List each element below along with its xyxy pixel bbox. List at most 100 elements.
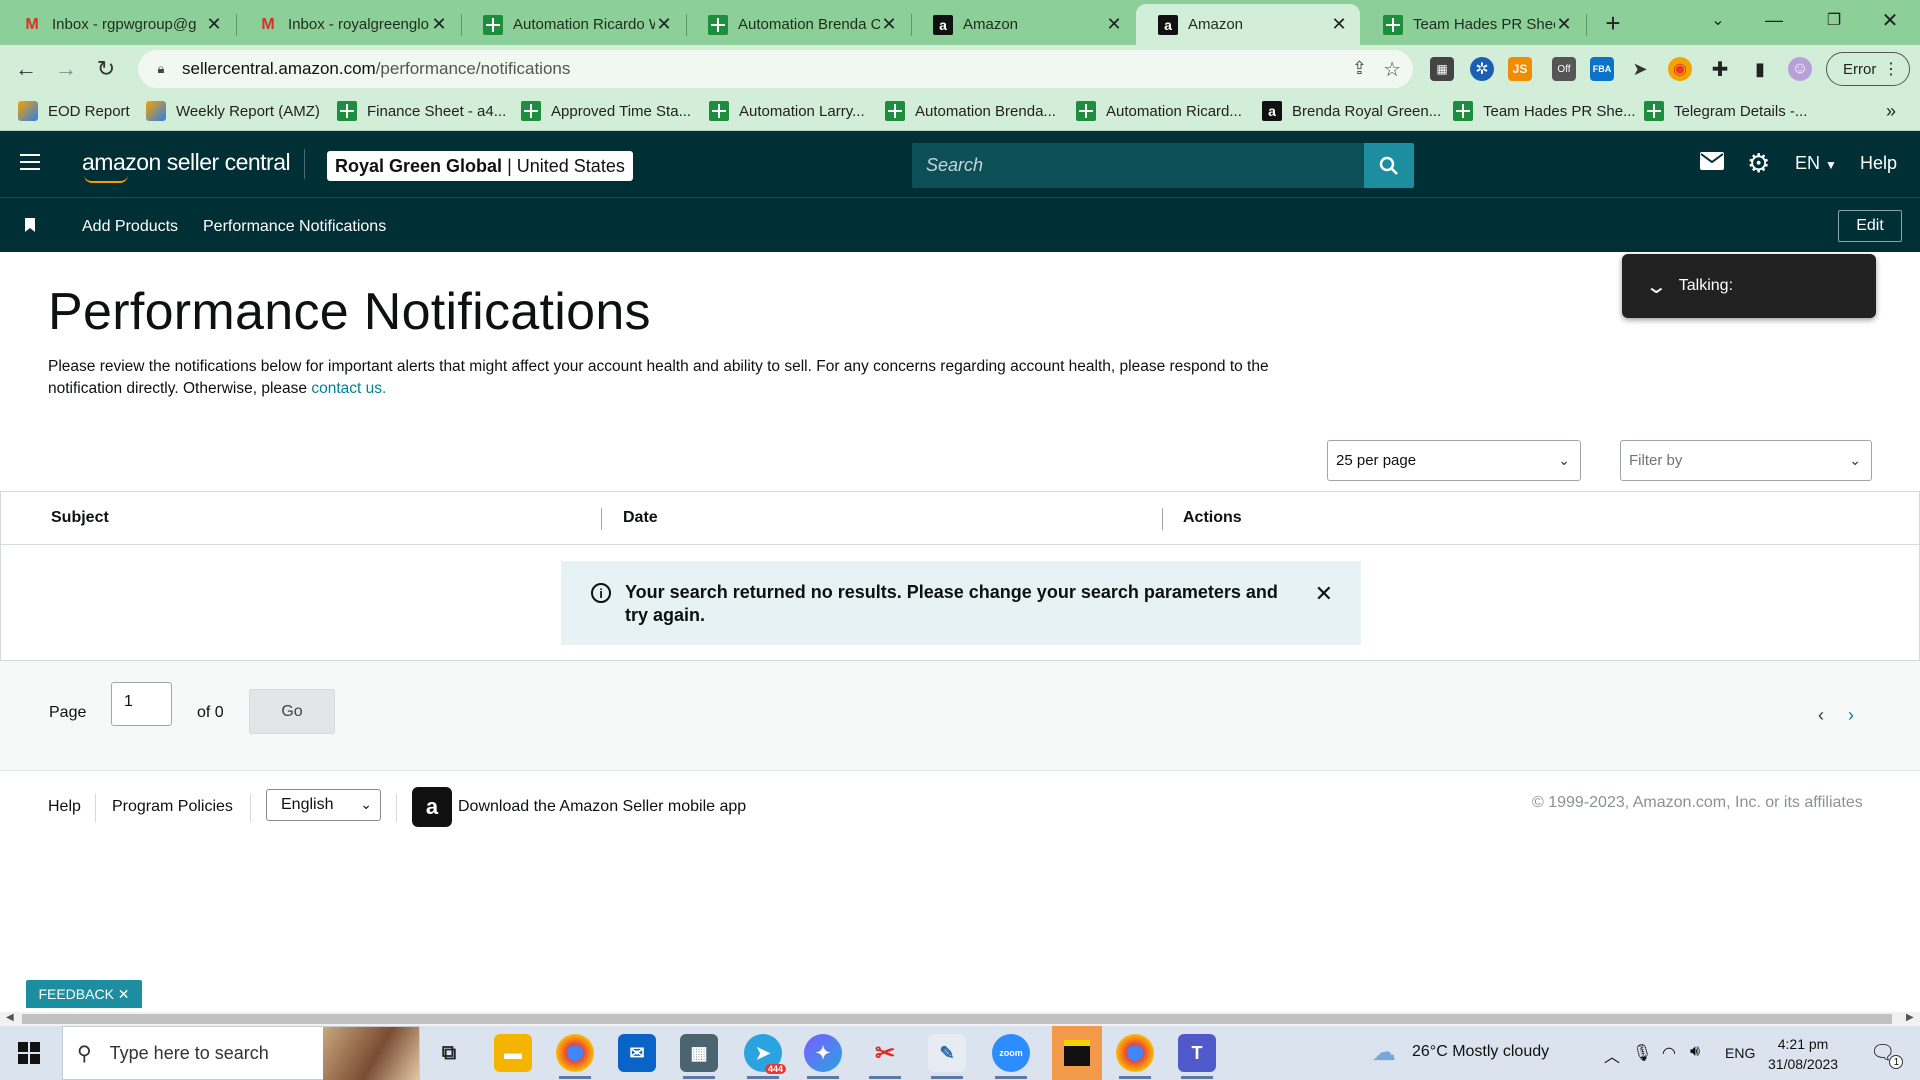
page-number-input[interactable]: 1 <box>111 682 172 726</box>
reload-icon[interactable]: ↻ <box>92 55 120 83</box>
per-page-select[interactable]: 25 per page ⌄ <box>1327 440 1581 481</box>
close-tab-icon[interactable]: ✕ <box>205 14 223 35</box>
bookmark-eod-report[interactable]: EOD Report <box>18 101 130 121</box>
taskbar-search-input[interactable]: ⚲ Type here to search <box>62 1026 420 1080</box>
edit-button[interactable]: Edit <box>1838 210 1902 242</box>
copilot-icon[interactable]: ✦ <box>804 1034 842 1079</box>
mail-app-icon[interactable]: ✉ <box>618 1034 656 1072</box>
tab-amazon-active[interactable]: a Amazon ✕ <box>1136 4 1360 45</box>
bookmark-automation-ricardo[interactable]: Automation Ricard... <box>1076 101 1242 121</box>
chrome-profile-icon[interactable] <box>1116 1034 1154 1079</box>
cursor-extension-icon[interactable]: ➤ <box>1628 57 1652 81</box>
language-switcher[interactable]: EN ▼ <box>1795 153 1837 174</box>
close-tab-icon[interactable]: ✕ <box>880 14 898 35</box>
scrollbar-thumb[interactable] <box>22 1014 1892 1024</box>
calculator-icon[interactable]: ▦ <box>680 1034 718 1079</box>
minimize-icon[interactable]: — <box>1760 8 1788 32</box>
scroll-left-icon[interactable]: ◀ <box>6 1012 14 1023</box>
feedback-button[interactable]: FEEDBACK ✕ <box>26 980 142 1008</box>
close-tab-icon[interactable]: ✕ <box>1555 14 1573 35</box>
tray-chevron-up-icon[interactable]: ︿ <box>1604 1043 1620 1067</box>
go-button[interactable]: Go <box>249 689 335 734</box>
account-switcher[interactable]: Royal Green Global | United States <box>327 151 633 181</box>
zoom-icon[interactable]: zoom <box>992 1034 1030 1079</box>
bookmark-approved-time[interactable]: Approved Time Sta... <box>521 101 691 121</box>
teams-icon[interactable]: T <box>1178 1034 1216 1079</box>
profile-avatar[interactable]: ☺ <box>1788 57 1812 81</box>
help-link[interactable]: Help <box>1860 153 1897 174</box>
subnav-add-products[interactable]: Add Products <box>82 218 178 236</box>
tab-gmail-rgpwgroup[interactable]: M Inbox - rgpwgroup@g ✕ <box>0 4 235 45</box>
close-tab-icon[interactable]: ✕ <box>1105 14 1123 35</box>
tab-search-chevron-icon[interactable]: ⌄ <box>1706 8 1730 32</box>
extensions-puzzle-icon[interactable]: ✚ <box>1708 57 1732 81</box>
windows-start-icon[interactable] <box>18 1042 40 1064</box>
chrome-icon[interactable] <box>556 1034 594 1079</box>
address-bar[interactable]: 🔒︎ sellercentral.amazon.com/performance/… <box>138 50 1413 88</box>
close-tab-icon[interactable]: ✕ <box>430 14 448 35</box>
previous-page-icon[interactable]: ‹ <box>1818 705 1824 726</box>
horizontal-scrollbar[interactable]: ◀ ▶ <box>0 1012 1920 1026</box>
contact-us-link[interactable]: contact us. <box>311 380 386 397</box>
file-explorer-icon[interactable]: ▬ <box>494 1034 532 1072</box>
search-button[interactable] <box>1364 143 1414 188</box>
subnav-performance-notifications[interactable]: Performance Notifications <box>203 218 386 236</box>
hamburger-menu-icon[interactable] <box>20 154 40 170</box>
seller-central-logo[interactable]: amazon seller central <box>82 149 291 183</box>
tab-amazon-1[interactable]: a Amazon ✕ <box>911 4 1135 45</box>
back-arrow-icon[interactable]: ← <box>12 55 40 83</box>
close-tab-icon[interactable]: ✕ <box>1330 14 1348 35</box>
restore-icon[interactable]: ❐ <box>1820 8 1848 32</box>
new-tab-icon[interactable]: + <box>1598 8 1628 38</box>
bookmark-automation-brenda[interactable]: Automation Brenda... <box>885 101 1056 121</box>
fba-extension-icon[interactable]: FBA <box>1590 57 1614 81</box>
talking-overlay[interactable]: ⌄ Talking: <box>1622 254 1876 318</box>
gear-icon[interactable]: ⚙ <box>1747 148 1770 179</box>
side-panel-icon[interactable]: ▮ <box>1748 57 1772 81</box>
window-close-icon[interactable]: ✕ <box>1876 6 1904 34</box>
paint-icon[interactable]: ✎ <box>928 1034 966 1079</box>
qr-extension-icon[interactable]: ▦ <box>1430 57 1454 81</box>
off-extension-icon[interactable]: Off <box>1552 57 1576 81</box>
amazon-seller-app-icon[interactable]: a <box>412 787 452 827</box>
chevron-down-icon[interactable]: ⌄ <box>1645 274 1668 299</box>
bookmark-star-icon[interactable]: ☆ <box>1383 57 1401 82</box>
tab-gmail-royalgreen[interactable]: M Inbox - royalgreenglo ✕ <box>236 4 460 45</box>
bookmark-telegram-details[interactable]: Telegram Details -... <box>1644 101 1807 121</box>
footer-program-policies-link[interactable]: Program Policies <box>112 798 233 816</box>
filter-select[interactable]: Filter by ⌄ <box>1620 440 1872 481</box>
search-input[interactable]: Search <box>912 143 1364 188</box>
input-language[interactable]: ENG <box>1725 1045 1755 1061</box>
tab-team-hades[interactable]: Team Hades PR Sheet ✕ <box>1361 4 1585 45</box>
close-tab-icon[interactable]: ✕ <box>655 14 673 35</box>
scroll-right-icon[interactable]: ▶ <box>1906 1012 1914 1023</box>
column-date[interactable]: Date <box>623 509 658 527</box>
snipping-tool-icon[interactable]: ✂ <box>866 1034 904 1079</box>
weather-text[interactable]: 26°C Mostly cloudy <box>1412 1043 1549 1061</box>
bookmark-finance-sheet[interactable]: Finance Sheet - a4... <box>337 101 506 121</box>
volume-icon[interactable]: 🔊︎ <box>1690 1043 1700 1061</box>
notifications-icon[interactable]: 🗨︎ 1 <box>1870 1040 1904 1069</box>
close-icon[interactable]: ✕ <box>1315 581 1333 607</box>
wifi-icon[interactable]: ◠ <box>1662 1043 1676 1063</box>
bookmark-brenda-royal-green[interactable]: a Brenda Royal Green... <box>1262 101 1441 121</box>
bookmark-ribbon-icon[interactable] <box>23 217 37 233</box>
weather-cloud-icon[interactable]: ☁ <box>1372 1038 1396 1067</box>
mail-icon[interactable] <box>1700 152 1724 170</box>
bookmark-team-hades[interactable]: Team Hades PR She... <box>1453 101 1636 121</box>
more-menu-icon[interactable]: ⋮ <box>1883 59 1899 79</box>
next-page-icon[interactable]: › <box>1848 705 1854 726</box>
bookmark-weekly-report[interactable]: Weekly Report (AMZ) <box>146 101 320 121</box>
telegram-icon[interactable]: ➤ 444 <box>744 1034 786 1079</box>
microphone-icon[interactable]: 🎙︎ <box>1632 1043 1652 1063</box>
task-view-icon[interactable]: ⧉ <box>430 1034 468 1072</box>
tab-automation-ricardo[interactable]: Automation Ricardo W ✕ <box>461 4 685 45</box>
download-app-link[interactable]: Download the Amazon Seller mobile app <box>458 798 746 816</box>
share-icon[interactable]: ⇪ <box>1352 58 1367 79</box>
column-subject[interactable]: Subject <box>51 509 109 527</box>
sticky-notes-icon[interactable] <box>1052 1026 1102 1080</box>
forward-arrow-icon[interactable]: → <box>52 55 80 83</box>
taskbar-clock[interactable]: 4:21 pm 31/08/2023 <box>1768 1034 1838 1074</box>
footer-language-select[interactable]: English ⌄ <box>266 789 381 821</box>
footer-help-link[interactable]: Help <box>48 798 81 816</box>
